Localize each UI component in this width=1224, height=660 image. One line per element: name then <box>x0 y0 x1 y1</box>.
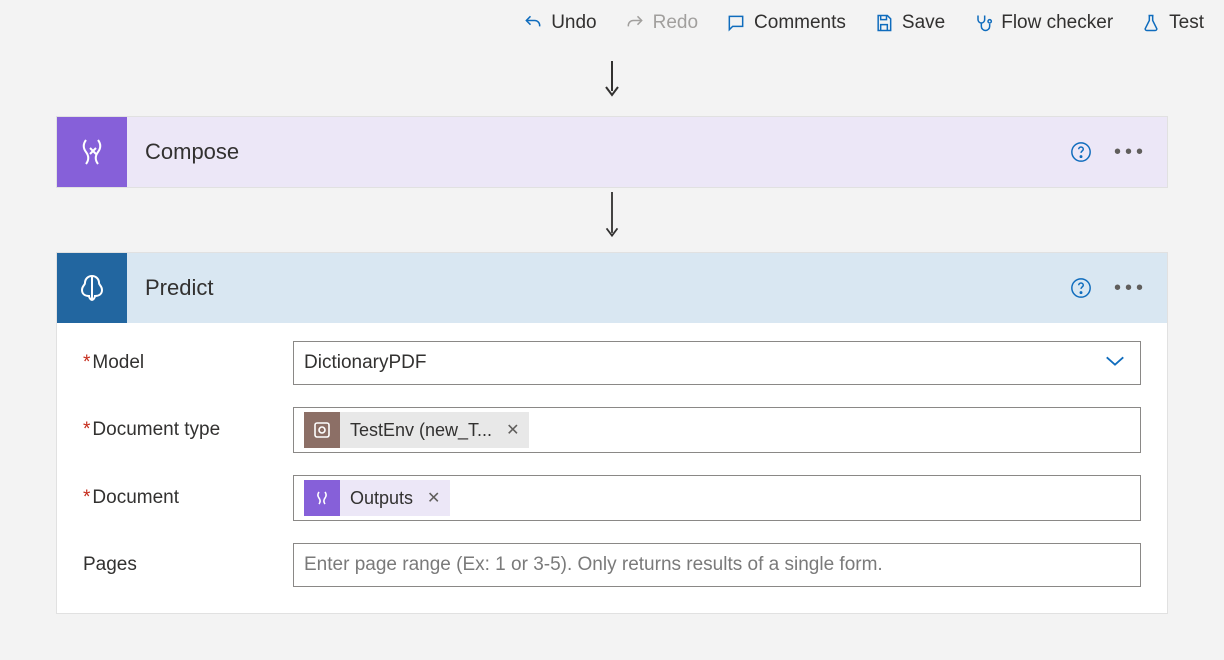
token-remove-button[interactable]: ✕ <box>502 420 529 440</box>
compose-more-button[interactable]: ••• <box>1114 141 1147 164</box>
test-label: Test <box>1169 12 1204 34</box>
save-button[interactable]: Save <box>874 12 945 34</box>
connector-arrow <box>56 56 1168 116</box>
redo-icon <box>625 13 645 33</box>
comments-button[interactable]: Comments <box>726 12 846 34</box>
predict-help-button[interactable] <box>1070 277 1092 299</box>
document-label: *Document <box>83 487 293 509</box>
predict-title: Predict <box>127 275 1070 301</box>
flask-icon <box>1141 13 1161 33</box>
document-type-token[interactable]: TestEnv (new_T... ✕ <box>304 412 529 448</box>
field-pages: Pages <box>83 543 1141 587</box>
field-document: *Document Outputs ✕ <box>83 475 1141 521</box>
toolbar: Undo Redo Comments Save Flow checker Tes… <box>0 0 1224 46</box>
pages-label: Pages <box>83 554 293 576</box>
model-label: *Model <box>83 352 293 374</box>
dataverse-icon <box>304 412 340 448</box>
token-text: Outputs <box>340 488 423 509</box>
flow-canvas: Compose ••• Predict <box>0 46 1224 654</box>
pages-input[interactable] <box>304 554 1130 576</box>
redo-button: Redo <box>625 12 698 34</box>
save-label: Save <box>902 12 945 34</box>
token-remove-button[interactable]: ✕ <box>423 488 450 508</box>
predict-card: Predict ••• *Model DictionaryPDF <box>56 252 1168 614</box>
brain-icon <box>57 253 127 323</box>
undo-label: Undo <box>551 12 596 34</box>
comment-icon <box>726 13 746 33</box>
flow-checker-label: Flow checker <box>1001 12 1113 34</box>
predict-header[interactable]: Predict ••• <box>57 253 1167 323</box>
compose-help-button[interactable] <box>1070 141 1092 163</box>
compose-outputs-icon <box>304 480 340 516</box>
field-model: *Model DictionaryPDF <box>83 341 1141 385</box>
undo-icon <box>523 13 543 33</box>
compose-card[interactable]: Compose ••• <box>56 116 1168 188</box>
undo-button[interactable]: Undo <box>523 12 596 34</box>
pages-input-wrapper <box>293 543 1141 587</box>
document-type-label: *Document type <box>83 419 293 441</box>
model-value: DictionaryPDF <box>304 352 426 374</box>
test-button[interactable]: Test <box>1141 12 1204 34</box>
stethoscope-icon <box>973 13 993 33</box>
field-document-type: *Document type TestEnv (new_T... ✕ <box>83 407 1141 453</box>
document-type-input[interactable]: TestEnv (new_T... ✕ <box>293 407 1141 453</box>
model-dropdown[interactable]: DictionaryPDF <box>293 341 1141 385</box>
comments-label: Comments <box>754 12 846 34</box>
flow-checker-button[interactable]: Flow checker <box>973 12 1113 34</box>
chevron-down-icon[interactable] <box>1104 352 1126 374</box>
save-icon <box>874 13 894 33</box>
predict-body: *Model DictionaryPDF *Document type <box>57 323 1167 613</box>
token-text: TestEnv (new_T... <box>340 420 502 441</box>
compose-icon <box>57 117 127 187</box>
document-token[interactable]: Outputs ✕ <box>304 480 450 516</box>
redo-label: Redo <box>653 12 698 34</box>
compose-title: Compose <box>127 139 1070 165</box>
document-input[interactable]: Outputs ✕ <box>293 475 1141 521</box>
compose-header: Compose ••• <box>57 117 1167 187</box>
connector-arrow <box>56 188 1168 252</box>
predict-more-button[interactable]: ••• <box>1114 277 1147 300</box>
